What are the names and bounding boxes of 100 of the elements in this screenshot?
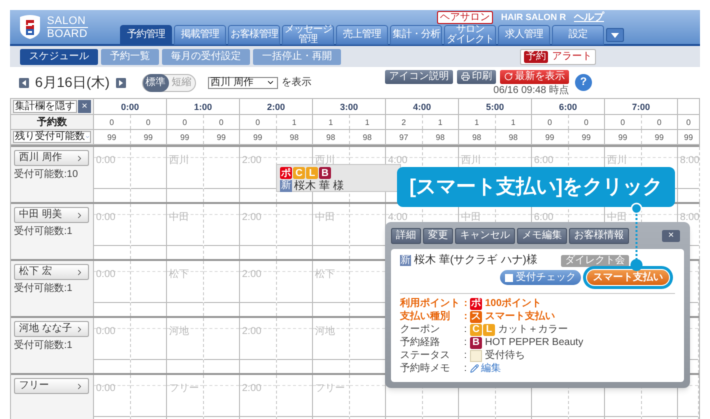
slot-label: 8:00 (679, 155, 700, 166)
count-cell: 1 (422, 115, 458, 129)
count-cell: 0 (677, 115, 699, 129)
member-badge: ダイレクト会 (561, 254, 629, 266)
detail-label: 予約時メモ (400, 363, 451, 374)
slot-label: 2:00 (241, 326, 262, 337)
letter-badge: C (470, 324, 482, 336)
letter-badge: L (306, 167, 318, 179)
slot-label: 4:00 (387, 155, 408, 166)
detail-value: 100ポイント (485, 298, 542, 308)
count-cell: 98 (458, 130, 494, 144)
slot-label: 松下 (314, 269, 335, 280)
slot-label: 西川 (168, 155, 189, 166)
count-cell: 0 (531, 115, 568, 129)
slot-label: 西川 (460, 155, 481, 166)
callout-tooltip: [スマート支払い]をクリック (397, 167, 675, 207)
count-cell: 99 (202, 130, 239, 144)
hour-header: 3:00 (312, 99, 385, 114)
capacity-label: 受付可能数:10 (14, 169, 79, 180)
count-cell: 99 (166, 130, 202, 144)
slot-label: 6:00 (533, 212, 554, 223)
hour-header: 2:00 (239, 99, 312, 114)
slot-label: 西川 (314, 155, 335, 166)
salon-name: HAIR SALON R (501, 10, 566, 24)
new-badge: 新 (400, 255, 411, 266)
count-cell: 99 (640, 130, 677, 144)
letter-badge: ス (470, 310, 482, 322)
count-cell: 98 (276, 130, 312, 144)
letter-badge: B (470, 336, 482, 348)
count-cell: 99 (239, 130, 276, 144)
letter-badge: B (319, 167, 331, 179)
slot-label: 中田 (460, 212, 481, 223)
count-cell: 98 (312, 130, 348, 144)
slot-label: フリー (168, 383, 199, 394)
date-label: 6月16日(木) (35, 73, 110, 92)
detail-separator: : (464, 324, 468, 334)
slot-label: 0:00 (95, 269, 116, 280)
letter-badge: L (483, 324, 495, 336)
slot-label: 中田 (168, 212, 189, 223)
slot-label: 河地 (168, 326, 189, 337)
count-cell: 99 (531, 130, 568, 144)
letter-badge: ポ (470, 298, 482, 310)
detail-value: 受付待ち (485, 350, 525, 360)
slot-label: 0:00 (95, 326, 116, 337)
slot-label: 4:00 (387, 212, 408, 223)
slot-label: 2:00 (241, 269, 262, 280)
detail-label: クーポン (400, 324, 441, 335)
count-cell: 99 (93, 130, 130, 144)
letter-badge: ポ (280, 167, 292, 179)
count-cell: 98 (494, 130, 531, 144)
slot-label: 0:00 (95, 383, 116, 394)
slot-label: フリー (314, 383, 345, 394)
count-cell: 99 (568, 130, 604, 144)
customer-name: 桜木 華 様 (294, 180, 344, 192)
detail-value: HOT PEPPER Beauty (485, 338, 584, 348)
new-badge: 新 (280, 180, 292, 192)
count-cell: 1 (312, 115, 348, 129)
count-cell: 1 (458, 115, 494, 129)
count-cell: 0 (568, 115, 604, 129)
detail-label: ステータス (400, 350, 451, 361)
hour-header: 5:00 (458, 99, 531, 114)
slot-label: 2:00 (241, 155, 262, 166)
count-cell: 99 (130, 130, 166, 144)
hour-header: 7:00 (604, 99, 677, 114)
detail-value: カット＋カラー (498, 324, 568, 334)
count-cell: 97 (385, 130, 422, 144)
letter-badge: C (293, 167, 305, 179)
detail-separator: : (464, 312, 468, 322)
slot-label: 中田 (606, 212, 627, 223)
slot-label: 2:00 (241, 212, 262, 223)
count-cell: 2 (385, 115, 422, 129)
slot-label: 西川 (606, 155, 627, 166)
category-badge: ヘアサロン (437, 11, 493, 24)
count-cell: 98 (348, 130, 385, 144)
capacity-label: 受付可能数:1 (14, 340, 74, 351)
count-cell: 1 (494, 115, 531, 129)
count-cell: 0 (640, 115, 677, 129)
timestamp: 06/16 09:48 時点 (493, 84, 569, 96)
slot-label: 松下 (168, 269, 189, 280)
hour-header: 6:00 (531, 99, 604, 114)
count-cell: 99 (604, 130, 640, 144)
detail-separator: : (464, 338, 468, 348)
count-cell: 0 (604, 115, 640, 129)
slot-label: 中田 (314, 212, 335, 223)
detail-separator: : (464, 364, 468, 374)
slot-label: 2:00 (241, 383, 262, 394)
summary-label: 予約数 (36, 116, 68, 130)
slot-label: 0:00 (95, 212, 116, 223)
hour-header: 1:00 (166, 99, 239, 114)
detail-label: 予約経路 (400, 337, 441, 348)
capacity-label: 受付可能数:1 (14, 226, 74, 237)
slot-label: 0:00 (95, 155, 116, 166)
detail-separator: : (464, 350, 468, 360)
slot-label: 8:00 (679, 212, 700, 223)
capacity-label: 受付可能数:1 (14, 283, 74, 294)
count-cell: 1 (276, 115, 312, 129)
detail-label: 利用ポイント (400, 298, 461, 309)
count-cell: 99 (677, 130, 699, 144)
hour-header: 4:00 (385, 99, 458, 114)
hour-header: 0:00 (93, 99, 166, 114)
